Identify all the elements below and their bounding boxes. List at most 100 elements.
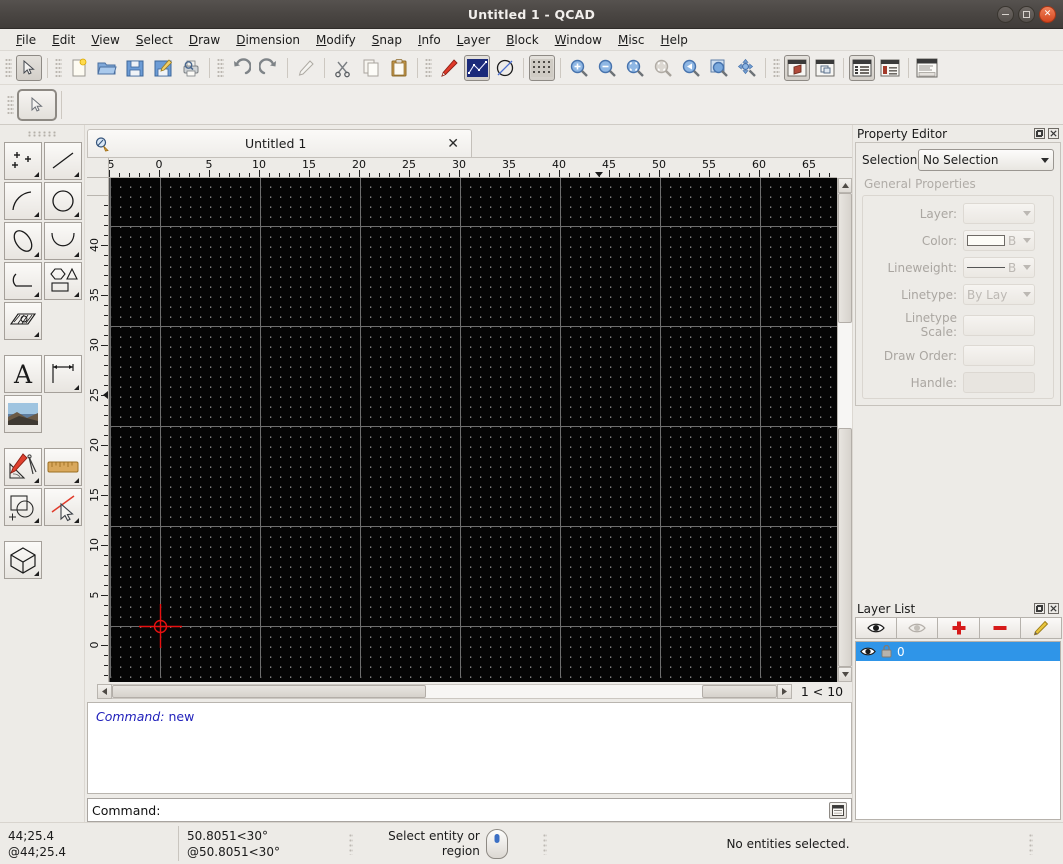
layer-list-float-icon[interactable] [1034, 603, 1045, 614]
document-tab-close-icon[interactable]: ✕ [441, 136, 465, 152]
copy-button[interactable] [358, 55, 384, 81]
scroll-down-button[interactable] [838, 667, 852, 682]
spline-tool-button[interactable] [44, 222, 82, 260]
command-input[interactable] [160, 802, 829, 818]
vertical-scroll-track[interactable] [838, 193, 852, 667]
shape-tool-button[interactable] [44, 262, 82, 300]
menu-item-edit[interactable]: Edit [44, 31, 83, 49]
arc-tool-button[interactable] [4, 182, 42, 220]
linetype-combo[interactable]: By Lay [963, 284, 1035, 305]
horizontal-ruler[interactable]: -5 0 5 10 15 20 25 30 35 40 45 50 55 60 65 [109, 158, 837, 178]
maximize-button[interactable] [1018, 6, 1035, 23]
secondary-toolbar-grip[interactable] [7, 94, 14, 115]
handle-input[interactable] [963, 372, 1035, 393]
zoom-window-button[interactable] [650, 55, 676, 81]
print-preview-button[interactable] [178, 55, 204, 81]
snap-grid-button[interactable] [464, 54, 490, 81]
toggle-grid-button[interactable] [529, 54, 555, 81]
command-options-button[interactable] [829, 801, 847, 819]
view-toolbar-grip[interactable] [773, 57, 780, 78]
vertical-ruler[interactable]: 4035302520151050-5 [87, 178, 109, 682]
isometric-tool-button[interactable] [4, 541, 42, 579]
zoom-pan-button[interactable] [734, 55, 760, 81]
text-tool-button[interactable]: A [4, 355, 42, 393]
zoom-previous-button[interactable] [678, 55, 704, 81]
zoom-in-button[interactable] [566, 55, 592, 81]
menu-item-modify[interactable]: Modify [308, 31, 364, 49]
horizontal-scroll-track[interactable] [112, 683, 777, 699]
menu-item-window[interactable]: Window [547, 31, 610, 49]
point-tool-button[interactable] [4, 142, 42, 180]
eraser-button[interactable] [293, 55, 319, 81]
select-tool-button[interactable] [16, 54, 42, 81]
remove-layer-button[interactable] [978, 617, 1021, 639]
close-button[interactable]: ✕ [1039, 6, 1056, 23]
property-editor-float-icon[interactable] [1034, 128, 1045, 139]
tool-palette-grip[interactable] [27, 131, 57, 137]
vertical-scrollbar[interactable] [837, 178, 852, 682]
edit-toolbar-grip[interactable] [217, 57, 224, 78]
redo-button[interactable] [256, 55, 282, 81]
selection-combo[interactable]: No Selection [918, 149, 1054, 171]
drawing-canvas[interactable] [109, 178, 837, 682]
horizontal-scroll-thumb-right[interactable] [702, 684, 777, 698]
vertical-scroll-thumb[interactable] [838, 193, 852, 323]
scroll-right-button[interactable] [777, 683, 792, 699]
document-tab[interactable]: Untitled 1 ✕ [87, 129, 472, 157]
menu-item-help[interactable]: Help [653, 31, 696, 49]
menu-item-view[interactable]: View [83, 31, 127, 49]
scroll-up-button[interactable] [838, 178, 852, 193]
menu-item-layer[interactable]: Layer [449, 31, 498, 49]
dimension-tool-button[interactable] [44, 355, 82, 393]
color-combo[interactable]: B [963, 230, 1035, 251]
modify-tool-button[interactable] [4, 448, 42, 486]
minimize-button[interactable] [997, 6, 1014, 23]
zoom-out-button[interactable] [594, 55, 620, 81]
hide-all-layers-button[interactable] [896, 617, 939, 639]
edit-layer-button[interactable] [1019, 617, 1063, 639]
toolbar-grip[interactable] [5, 57, 12, 78]
add-layer-button[interactable] [937, 617, 980, 639]
menu-item-select[interactable]: Select [128, 31, 181, 49]
cut-button[interactable] [330, 55, 356, 81]
cad-tools-select-button[interactable] [17, 88, 57, 121]
view-isometric-button[interactable] [784, 54, 810, 81]
property-editor-close-icon[interactable] [1048, 128, 1059, 139]
menu-item-file[interactable]: File [8, 31, 44, 49]
select-entity-tool-button[interactable] [44, 488, 82, 526]
menu-item-snap[interactable]: Snap [364, 31, 410, 49]
menu-item-block[interactable]: Block [498, 31, 546, 49]
undo-button[interactable] [228, 55, 254, 81]
file-toolbar-grip[interactable] [55, 57, 62, 78]
measure-tool-button[interactable] [44, 448, 82, 486]
command-history[interactable]: Command: new [87, 702, 852, 794]
draw-line-button[interactable] [436, 55, 462, 81]
snap-off-button[interactable] [492, 55, 518, 81]
menu-item-misc[interactable]: Misc [610, 31, 653, 49]
menu-item-info[interactable]: Info [410, 31, 449, 49]
ellipse-tool-button[interactable] [4, 222, 42, 260]
layer-list-close-icon[interactable] [1048, 603, 1059, 614]
view-layer-list-button[interactable] [849, 54, 875, 81]
layer-combo[interactable] [963, 203, 1035, 224]
draw-order-input[interactable] [963, 345, 1035, 366]
hatch-tool-button[interactable] [4, 302, 42, 340]
view-command-line-button[interactable] [914, 55, 940, 81]
menu-item-dimension[interactable]: Dimension [228, 31, 308, 49]
lineweight-combo[interactable]: B [963, 257, 1035, 278]
paste-button[interactable] [386, 55, 412, 81]
view-property-editor-button[interactable] [877, 55, 903, 81]
polyline-tool-button[interactable] [4, 262, 42, 300]
command-line[interactable]: Command: [87, 798, 852, 822]
snap-tool-button[interactable] [4, 488, 42, 526]
circle-tool-button[interactable] [44, 182, 82, 220]
zoom-selection-button[interactable] [706, 55, 732, 81]
vertical-scroll-thumb-lower[interactable] [838, 428, 852, 667]
horizontal-scroll-thumb[interactable] [112, 684, 426, 698]
line-tool-button[interactable] [44, 142, 82, 180]
layer-list-item[interactable]: 0 [856, 642, 1060, 661]
open-file-button[interactable] [94, 55, 120, 81]
image-tool-button[interactable] [4, 395, 42, 433]
save-file-button[interactable] [122, 55, 148, 81]
zoom-auto-button[interactable] [622, 55, 648, 81]
